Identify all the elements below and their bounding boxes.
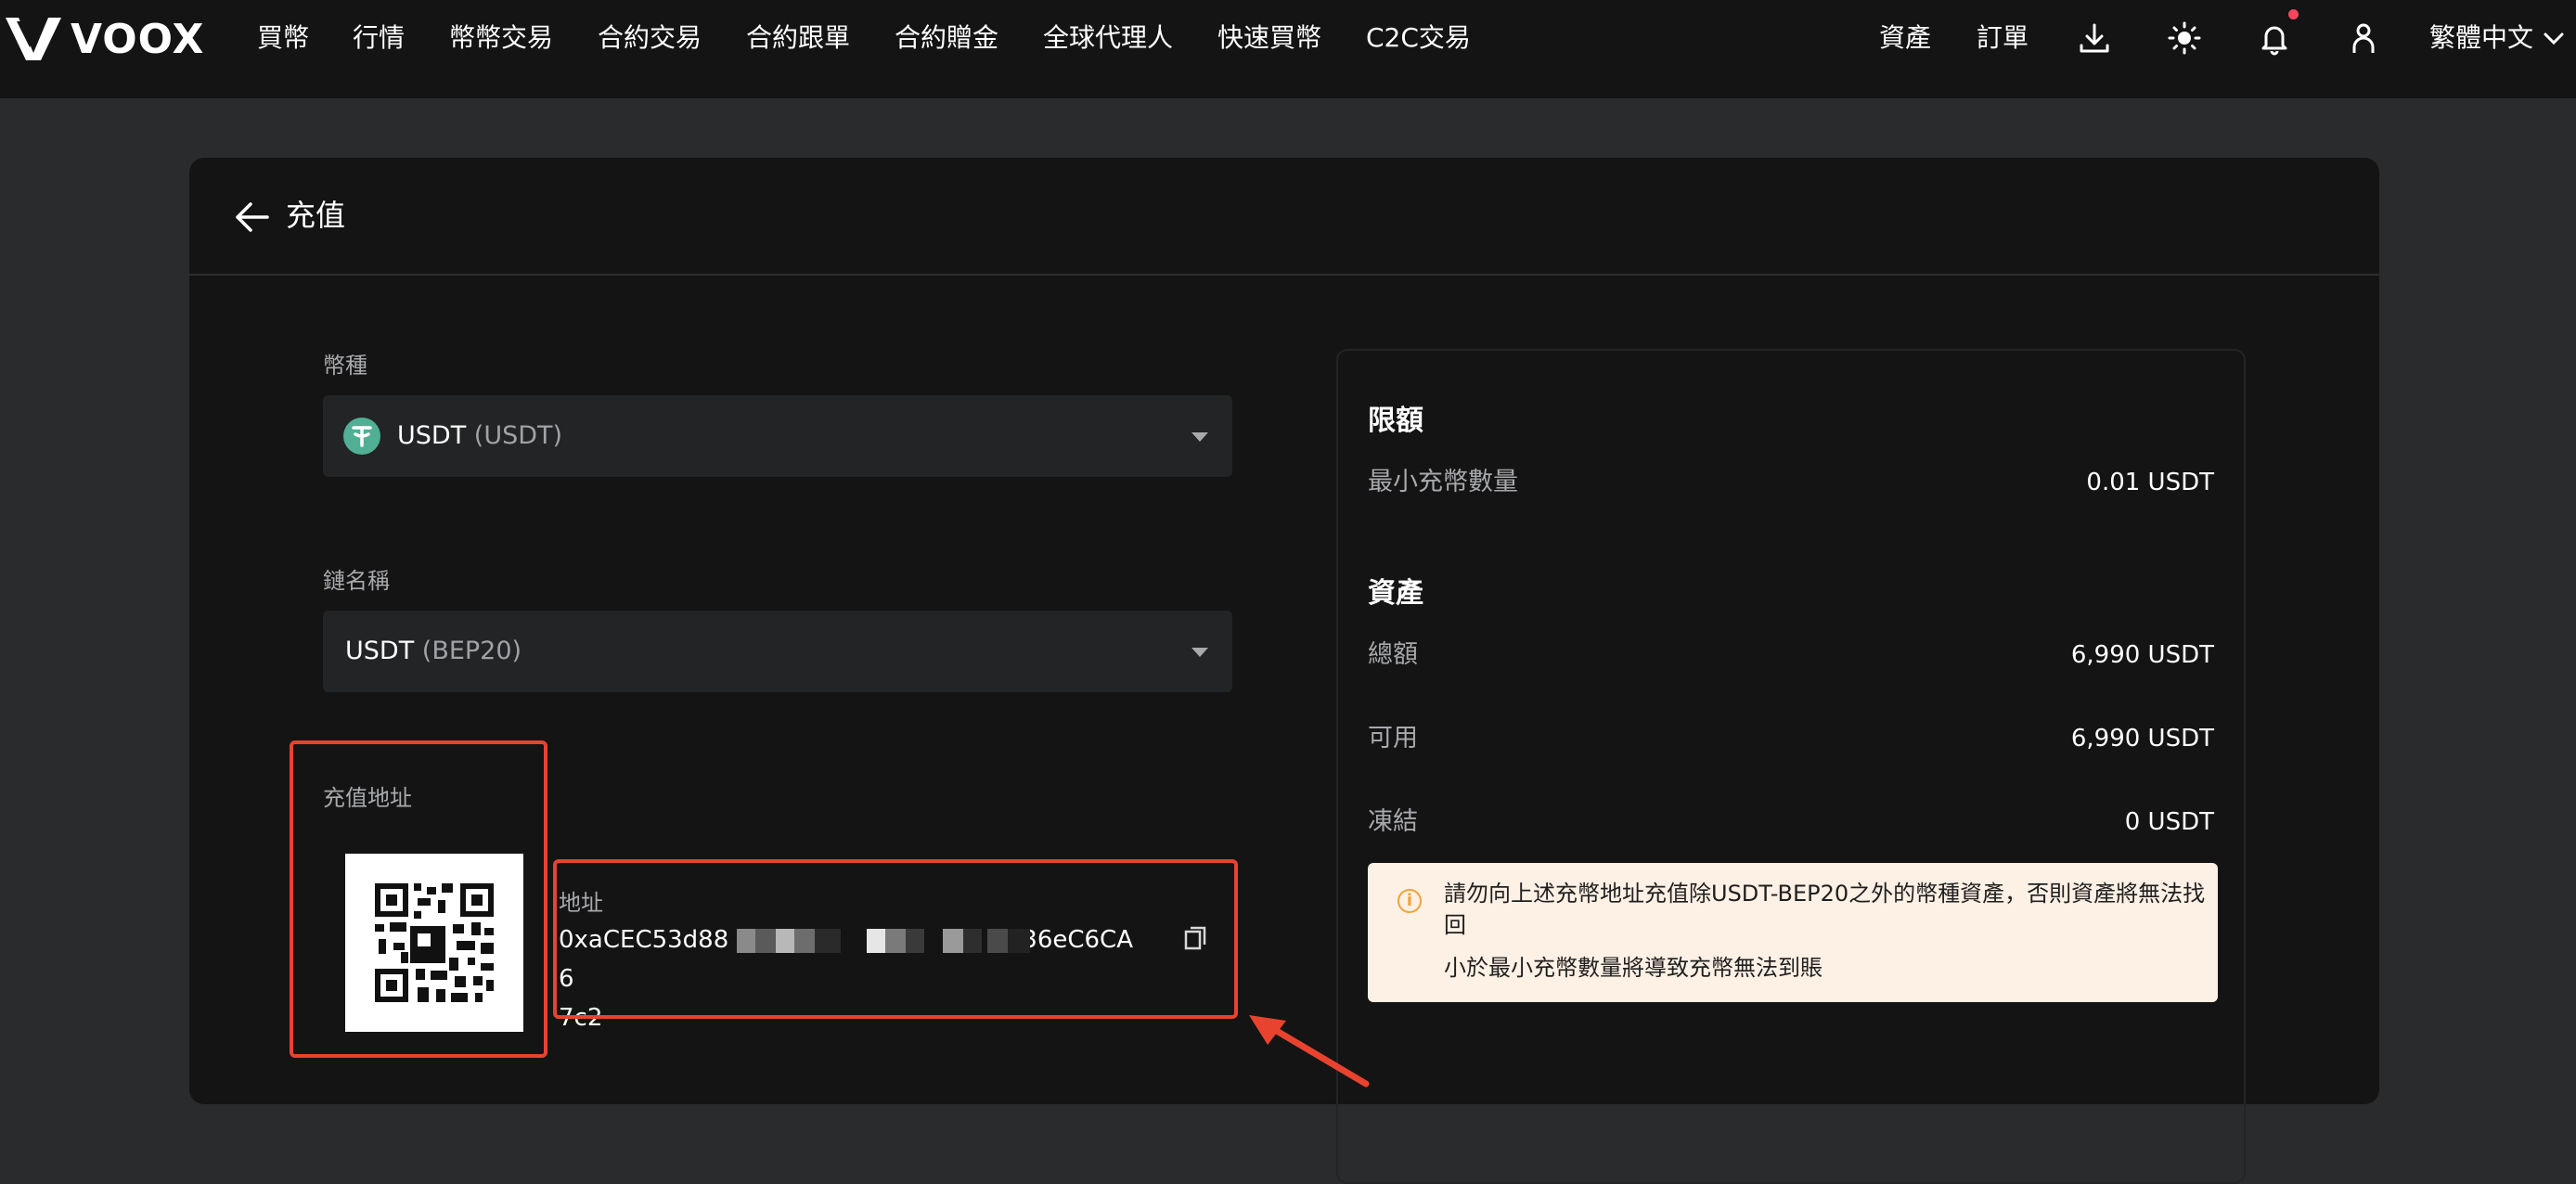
chain-network: (BEP20): [421, 637, 522, 665]
info-warning-icon: i: [1397, 889, 1422, 913]
nav-quick-buy[interactable]: 快速買幣: [1217, 19, 1321, 58]
logo-text: VOOX: [71, 15, 205, 63]
currency-label: 幣種: [323, 353, 367, 379]
download-icon[interactable]: [2076, 19, 2113, 57]
min-deposit-value: 0.01 USDT: [2086, 469, 2214, 496]
currency-select[interactable]: USDT (USDT): [323, 395, 1232, 477]
bell-icon[interactable]: [2256, 19, 2293, 57]
nav-futures-bonus[interactable]: 合約贈金: [895, 19, 998, 58]
caret-down-icon: [1191, 432, 1208, 442]
warning-box: i 請勿向上述充幣地址充值除USDT-BEP20之外的幣種資產，否則資產將無法找…: [1368, 863, 2218, 1002]
user-icon[interactable]: [2345, 19, 2382, 57]
highlight-qr-section: [290, 740, 547, 1058]
card-header: 充值: [189, 158, 2379, 276]
chain-symbol: USDT: [345, 637, 415, 665]
voox-logo-mark-icon: [6, 18, 61, 60]
language-selector[interactable]: 繁體中文: [2429, 19, 2533, 58]
frozen-label: 凍結: [1368, 807, 1418, 836]
caret-down-icon: [1191, 648, 1208, 657]
chain-select[interactable]: USDT (BEP20): [323, 611, 1232, 692]
available-label: 可用: [1368, 724, 1418, 753]
warning-text-2: 小於最小充幣數量將導致充幣無法到賬: [1444, 955, 1823, 981]
total-value: 6,990 USDT: [2070, 641, 2214, 669]
info-panel: 限額 最小充幣數量 0.01 USDT 資產 總額 6,990 USDT 可用 …: [1336, 349, 2246, 1184]
min-deposit-label: 最小充幣數量: [1368, 468, 1518, 496]
limits-heading: 限額: [1368, 405, 1423, 437]
currency-value: USDT (USDT): [397, 419, 562, 453]
theme-sun-icon[interactable]: [2166, 19, 2203, 57]
frozen-value: 0 USDT: [2124, 808, 2214, 836]
chain-label: 鏈名稱: [323, 568, 390, 594]
nav-futures-trading[interactable]: 合約交易: [598, 19, 702, 58]
voox-logo[interactable]: VOOX: [6, 13, 204, 65]
nav-copy-trading[interactable]: 合約跟單: [746, 19, 850, 58]
nav-buy-crypto[interactable]: 買幣: [257, 19, 309, 58]
nav-markets[interactable]: 行情: [353, 19, 405, 58]
deposit-card: 充值 幣種 USDT (USDT) 鏈名稱 USDT (BEP20) 充值地址: [189, 158, 2379, 1184]
available-value: 6,990 USDT: [2070, 725, 2214, 753]
tether-icon: [343, 418, 380, 455]
chain-value: USDT (BEP20): [345, 635, 522, 668]
currency-name: (USDT): [473, 421, 563, 450]
warning-text-1: 請勿向上述充幣地址充值除USDT-BEP20之外的幣種資產，否則資產將無法找: [1444, 881, 2206, 907]
nav-assets[interactable]: 資產: [1879, 19, 1931, 58]
back-arrow-icon[interactable]: [232, 199, 271, 236]
annotation-arrow-icon: [1249, 1015, 1370, 1087]
nav-global-agent[interactable]: 全球代理人: [1043, 19, 1173, 58]
nav-spot-trading[interactable]: 幣幣交易: [449, 19, 553, 58]
total-label: 總額: [1368, 640, 1418, 669]
nav-c2c-trading[interactable]: C2C交易: [1366, 19, 1471, 58]
assets-heading: 資產: [1368, 577, 1423, 610]
currency-symbol: USDT: [397, 421, 467, 450]
chevron-down-icon[interactable]: [2541, 19, 2567, 57]
page-title: 充值: [286, 198, 346, 233]
notification-dot: [2288, 9, 2299, 19]
highlight-address-section: [553, 859, 1238, 1019]
warning-text-1b: 回: [1444, 912, 1466, 938]
nav-orders[interactable]: 訂單: [1977, 19, 2029, 58]
top-navbar: VOOX 買幣 行情 幣幣交易 合約交易 合約跟單 合約贈金 全球代理人 快速買…: [0, 0, 2576, 98]
